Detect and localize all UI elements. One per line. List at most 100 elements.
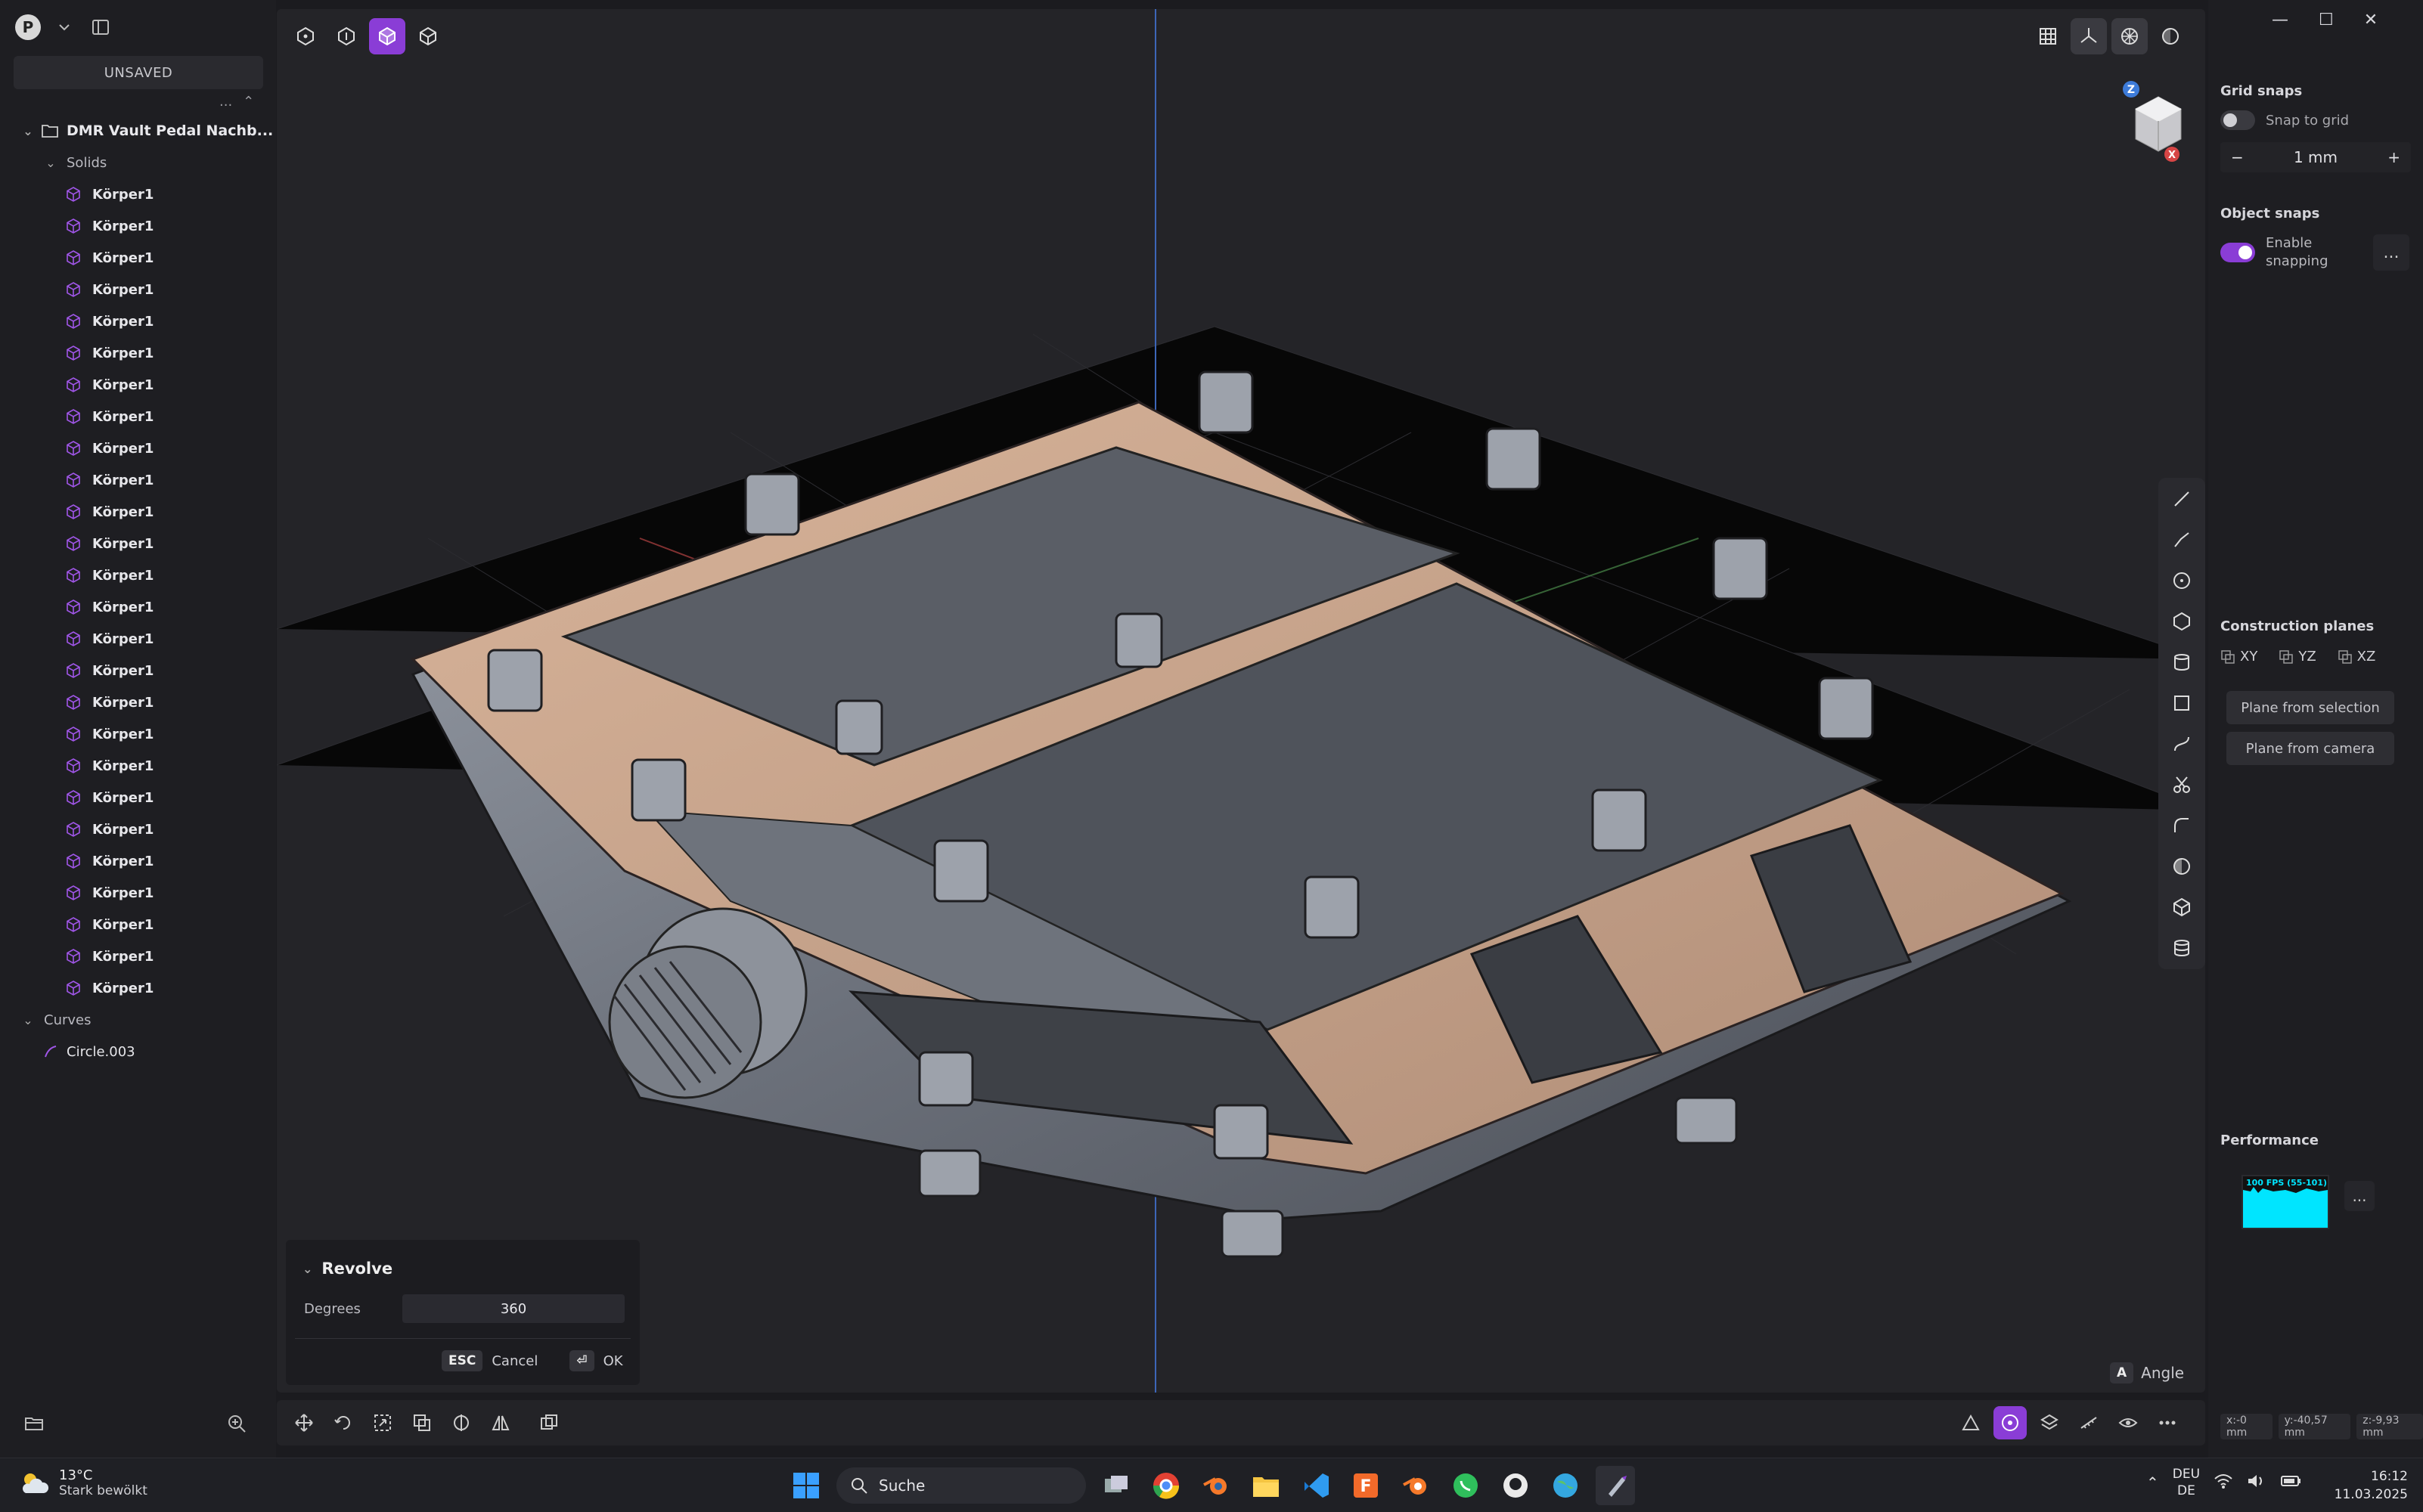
rotate-icon[interactable] — [327, 1406, 360, 1439]
enable-snapping-toggle[interactable] — [2220, 243, 2255, 262]
measure-icon[interactable] — [2072, 1406, 2105, 1439]
chevron-up-icon[interactable]: ⌃ — [2146, 1473, 2159, 1492]
angle-label[interactable]: Angle — [2141, 1364, 2184, 1382]
vertex-mode-icon[interactable] — [287, 18, 324, 54]
fusion-icon[interactable]: F — [1346, 1466, 1385, 1505]
solid-item[interactable]: Körper1 — [0, 782, 276, 813]
increase-button[interactable]: + — [2387, 148, 2400, 166]
plane-xz-button[interactable]: XZ — [2338, 649, 2375, 665]
solid-item[interactable]: Körper1 — [0, 432, 276, 464]
pedal-model-render[interactable] — [277, 9, 2205, 1393]
snap-magnet-icon[interactable] — [1993, 1406, 2027, 1439]
snap-to-grid-toggle[interactable] — [2220, 110, 2255, 130]
solid-item[interactable]: Körper1 — [0, 813, 276, 845]
solid-item[interactable]: Körper1 — [0, 845, 276, 877]
extrude-tool-icon[interactable] — [2167, 933, 2197, 963]
more-options-icon[interactable] — [2151, 1406, 2184, 1439]
whatsapp-icon[interactable] — [1446, 1466, 1485, 1505]
more-options-icon[interactable]: ... — [219, 94, 232, 110]
solids-group[interactable]: ⌄ Solids — [0, 147, 276, 178]
solid-item[interactable]: Körper1 — [0, 305, 276, 337]
solid-item[interactable]: Körper1 — [0, 210, 276, 242]
collapse-up-icon[interactable]: ⌃ — [243, 94, 254, 110]
object-mode-icon[interactable] — [410, 18, 446, 54]
plane-from-camera-button[interactable]: Plane from camera — [2226, 732, 2394, 765]
solid-item[interactable]: Körper1 — [0, 718, 276, 750]
taskbar-search[interactable]: Suche — [836, 1467, 1086, 1504]
spline-tool-icon[interactable] — [2167, 729, 2197, 759]
maximize-icon[interactable]: ☐ — [2319, 11, 2334, 29]
degrees-input[interactable]: 360 — [402, 1294, 625, 1323]
solid-item[interactable]: Körper1 — [0, 686, 276, 718]
solid-item[interactable]: Körper1 — [0, 464, 276, 496]
cylinder-tool-icon[interactable] — [2167, 647, 2197, 677]
boolean-tool-icon[interactable] — [2167, 851, 2197, 881]
line-tool-icon[interactable] — [2167, 484, 2197, 514]
chevron-down-icon[interactable]: ⌄ — [302, 1262, 312, 1276]
edge-mode-icon[interactable] — [328, 18, 365, 54]
curve-item[interactable]: Circle.003 — [0, 1036, 276, 1067]
file-explorer-icon[interactable] — [1246, 1466, 1286, 1505]
axes-icon[interactable] — [2071, 18, 2107, 54]
array-icon[interactable] — [532, 1406, 566, 1439]
circle-tool-icon[interactable] — [2167, 565, 2197, 596]
chevron-down-icon[interactable]: ⌄ — [20, 124, 36, 138]
scissors-icon[interactable] — [2167, 770, 2197, 800]
solid-item[interactable]: Körper1 — [0, 528, 276, 559]
plane-xy-button[interactable]: XY — [2220, 649, 2257, 665]
solid-item[interactable]: Körper1 — [0, 655, 276, 686]
vscode-icon[interactable] — [1296, 1466, 1336, 1505]
shading-icon[interactable] — [2152, 18, 2189, 54]
solid-item[interactable]: Körper1 — [0, 274, 276, 305]
render-mode-icon[interactable] — [2111, 18, 2148, 54]
solid-item[interactable]: Körper1 — [0, 178, 276, 210]
face-mode-icon[interactable] — [369, 18, 405, 54]
grid-icon[interactable] — [2030, 18, 2066, 54]
solid-item[interactable]: Körper1 — [0, 496, 276, 528]
solid-item[interactable]: Körper1 — [0, 877, 276, 909]
windows-start-icon[interactable] — [786, 1466, 826, 1505]
solid-item[interactable]: Körper1 — [0, 940, 276, 972]
blender-alt-icon[interactable] — [1396, 1466, 1435, 1505]
cancel-button[interactable]: Cancel — [492, 1353, 538, 1369]
xray-icon[interactable] — [2111, 1406, 2145, 1439]
weather-widget[interactable]: 13°C Stark bewölkt — [20, 1467, 147, 1498]
chrome-icon[interactable] — [1146, 1466, 1186, 1505]
polyline-tool-icon[interactable] — [2167, 525, 2197, 555]
close-icon[interactable]: ✕ — [2364, 11, 2378, 29]
minimize-icon[interactable]: — — [2272, 11, 2288, 29]
language-indicator[interactable]: DEU DE — [2173, 1466, 2200, 1499]
sidebar-toggle-icon[interactable] — [88, 14, 113, 40]
unsaved-indicator[interactable]: UNSAVED — [14, 56, 263, 89]
move-icon[interactable] — [287, 1406, 321, 1439]
polygon-tool-icon[interactable] — [2167, 606, 2197, 637]
chevron-down-icon[interactable] — [51, 14, 77, 40]
mirror-plane-icon[interactable] — [445, 1406, 478, 1439]
duplicate-icon[interactable] — [405, 1406, 439, 1439]
view-navigation-cube[interactable]: Z X — [2121, 79, 2187, 162]
solid-item[interactable]: Körper1 — [0, 972, 276, 1004]
revolve-header[interactable]: ⌄ Revolve — [302, 1259, 392, 1278]
box-tool-icon[interactable] — [2167, 892, 2197, 922]
performance-more-button[interactable]: ... — [2344, 1181, 2375, 1211]
plasticity-icon[interactable] — [1596, 1466, 1635, 1505]
fillet-tool-icon[interactable] — [2167, 810, 2197, 841]
rectangle-tool-icon[interactable] — [2167, 688, 2197, 718]
taskbar-clock[interactable]: 16:12 11.03.2025 — [2329, 1467, 2408, 1504]
ok-button[interactable]: OK — [603, 1353, 623, 1369]
object-snaps-more-button[interactable]: ... — [2373, 234, 2409, 271]
solid-item[interactable]: Körper1 — [0, 337, 276, 369]
globe-app-icon[interactable] — [1546, 1466, 1585, 1505]
solid-item[interactable]: Körper1 — [0, 559, 276, 591]
snap-plane-icon[interactable] — [2033, 1406, 2066, 1439]
blender-icon[interactable] — [1196, 1466, 1236, 1505]
github-icon[interactable] — [1496, 1466, 1535, 1505]
avatar[interactable]: P — [15, 14, 41, 40]
curves-group[interactable]: ⌄ Curves — [0, 1004, 276, 1036]
plane-yz-button[interactable]: YZ — [2279, 649, 2316, 665]
project-row[interactable]: ⌄ DMR Vault Pedal Nachb... — [0, 115, 276, 147]
mirror-icon[interactable] — [484, 1406, 517, 1439]
solid-item[interactable]: Körper1 — [0, 591, 276, 623]
battery-icon[interactable] — [2280, 1473, 2303, 1492]
chevron-down-icon[interactable]: ⌄ — [42, 156, 59, 170]
